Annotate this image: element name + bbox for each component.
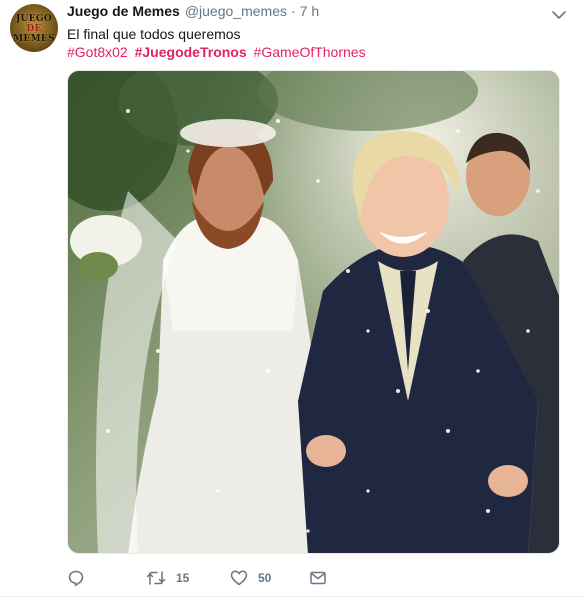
timestamp[interactable]: 7 h <box>300 3 319 19</box>
wedding-photo <box>68 71 559 553</box>
avatar-logo-line-2: DE <box>26 24 42 34</box>
tweet-card[interactable]: JUEGO DE MEMES Juego de Memes @juego_mem… <box>0 0 584 597</box>
avatar-logo-line-1: JUEGO <box>16 14 52 24</box>
separator-dot: · <box>290 3 296 19</box>
author-handle[interactable]: @juego_memes <box>185 3 287 19</box>
tweet-photo[interactable] <box>67 70 560 554</box>
hashtag-link[interactable]: #GameOfThornes <box>254 44 366 60</box>
heart-icon <box>230 570 248 586</box>
reply-icon <box>68 570 84 586</box>
avatar-logo-line-3: MEMES <box>13 34 55 44</box>
tweet-text: El final que todos queremos <box>67 26 241 42</box>
direct-message-button[interactable] <box>309 568 327 588</box>
tweet-actions: 15 50 <box>67 568 507 588</box>
retweet-button[interactable]: 15 <box>146 568 189 588</box>
hashtag-link[interactable]: #Got8x02 <box>67 44 128 60</box>
retweet-icon <box>146 571 166 585</box>
like-button[interactable]: 50 <box>230 568 271 588</box>
author-name[interactable]: Juego de Memes <box>67 3 180 19</box>
retweet-count: 15 <box>176 571 190 585</box>
envelope-icon <box>310 571 326 585</box>
tweet-hashtags: #Got8x02 #JuegodeTronos #GameOfThornes <box>67 42 567 62</box>
avatar[interactable]: JUEGO DE MEMES <box>10 4 58 52</box>
hashtag-link[interactable]: #JuegodeTronos <box>135 44 247 60</box>
reply-button[interactable] <box>67 568 85 588</box>
like-count: 50 <box>258 571 272 585</box>
tweet-header: Juego de Memes @juego_memes · 7 h <box>67 3 319 21</box>
chevron-down-icon[interactable] <box>552 8 566 20</box>
